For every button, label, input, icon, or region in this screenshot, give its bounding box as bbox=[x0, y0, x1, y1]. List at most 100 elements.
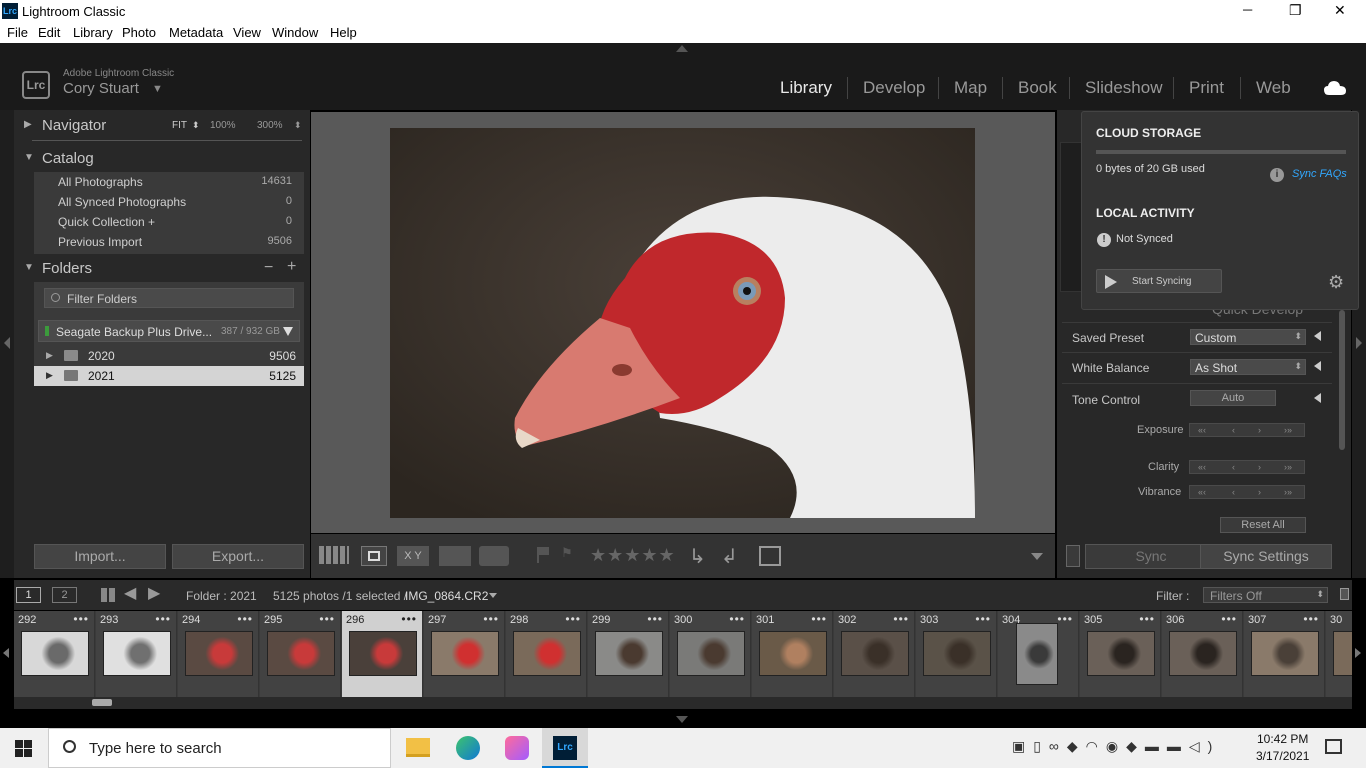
gear-icon[interactable]: ⚙ bbox=[1328, 272, 1344, 293]
catalog-row[interactable]: All Photographs 14631 bbox=[34, 172, 298, 192]
reject-flag-icon[interactable]: ⚑ bbox=[561, 545, 573, 561]
taskbar-search-box[interactable]: Type here to search bbox=[48, 728, 391, 768]
star-rating[interactable]: ★★★★★ bbox=[590, 545, 676, 566]
selected-filename[interactable]: IMG_0864.CR2 bbox=[405, 589, 488, 603]
zoom-fit[interactable]: FIT bbox=[172, 120, 187, 131]
thumbnail-badge-icon[interactable]: ••• bbox=[975, 612, 991, 626]
lightroom-taskbar-icon[interactable]: Lrc bbox=[542, 728, 588, 768]
catalog-row[interactable]: All Synced Photographs 0 bbox=[34, 192, 298, 212]
thumbnail-badge-icon[interactable]: ••• bbox=[729, 612, 745, 626]
clock-date[interactable]: 3/17/2021 bbox=[1256, 749, 1309, 763]
source-folder[interactable]: Folder : 2021 bbox=[186, 589, 257, 603]
filmstrip-thumbnail[interactable]: 292 ••• bbox=[14, 611, 95, 697]
grid-view-icon[interactable] bbox=[319, 546, 349, 564]
creative-cloud-icon[interactable] bbox=[505, 736, 529, 760]
notification-icon[interactable] bbox=[1325, 739, 1342, 754]
secondary-window-button[interactable]: 2 bbox=[52, 587, 77, 603]
loupe-view-icon[interactable] bbox=[361, 546, 387, 566]
thumbnail-badge-icon[interactable]: ••• bbox=[647, 612, 663, 626]
sync-button[interactable]: Sync bbox=[1085, 544, 1217, 569]
thumbnail-badge-icon[interactable]: ••• bbox=[1139, 612, 1155, 626]
filmstrip-thumbnail[interactable]: 302 ••• bbox=[834, 611, 915, 697]
primary-window-button[interactable]: 1 bbox=[16, 587, 41, 603]
filmstrip-thumbnail[interactable]: 303 ••• bbox=[916, 611, 997, 697]
filmstrip-scrollbar[interactable] bbox=[14, 697, 1352, 709]
filmstrip-thumbnail[interactable]: 304 ••• bbox=[998, 611, 1079, 697]
minimize-button[interactable]: ─ bbox=[1243, 2, 1252, 17]
user-name[interactable]: Cory Stuart bbox=[63, 80, 139, 97]
cloud-icon[interactable] bbox=[1324, 80, 1346, 96]
sync-settings-button[interactable]: Sync Settings bbox=[1200, 544, 1332, 569]
filmstrip-thumbnail[interactable]: 301 ••• bbox=[752, 611, 833, 697]
file-explorer-icon[interactable] bbox=[406, 738, 430, 757]
filmstrip-thumbnail[interactable]: 30••• bbox=[1326, 611, 1352, 697]
expand-icon[interactable]: ▶ bbox=[46, 350, 53, 361]
white-balance-select[interactable]: As Shot ⬍ bbox=[1190, 359, 1306, 375]
collapse-arrow-icon[interactable] bbox=[1314, 361, 1321, 371]
collapse-arrow-icon[interactable] bbox=[1314, 331, 1321, 341]
survey-view-icon[interactable] bbox=[439, 546, 471, 566]
menu-help[interactable]: Help bbox=[330, 25, 357, 40]
expand-icon[interactable]: ▶ bbox=[46, 370, 53, 381]
thumbnail-badge-icon[interactable]: ••• bbox=[811, 612, 827, 626]
restore-button[interactable]: ❐ bbox=[1289, 2, 1302, 19]
exposure-stepper[interactable]: «‹ ‹ › ›» bbox=[1189, 423, 1305, 437]
menu-edit[interactable]: Edit bbox=[38, 25, 60, 40]
filmstrip-thumbnail[interactable]: 306 ••• bbox=[1162, 611, 1243, 697]
loupe-view[interactable] bbox=[311, 112, 1055, 533]
module-slideshow[interactable]: Slideshow bbox=[1085, 78, 1163, 98]
clock-time[interactable]: 10:42 PM bbox=[1257, 732, 1308, 746]
saved-preset-select[interactable]: Custom ⬍ bbox=[1190, 329, 1306, 345]
folders-header[interactable]: ▼ Folders − + bbox=[14, 255, 310, 283]
thumbnail-badge-icon[interactable]: ••• bbox=[893, 612, 909, 626]
main-photo[interactable] bbox=[390, 128, 975, 518]
flag-icon[interactable] bbox=[537, 547, 549, 563]
filmstrip-thumbnail[interactable]: 298 ••• bbox=[506, 611, 587, 697]
forward-arrow-icon[interactable]: ▶ bbox=[148, 583, 160, 603]
auto-tone-button[interactable]: Auto bbox=[1190, 390, 1276, 406]
people-view-icon[interactable] bbox=[479, 546, 509, 566]
menu-photo[interactable]: Photo bbox=[122, 25, 156, 40]
module-map[interactable]: Map bbox=[954, 78, 987, 98]
filmstrip-thumbnail[interactable]: 294 ••• bbox=[178, 611, 259, 697]
module-library[interactable]: Library bbox=[780, 78, 832, 98]
tray-icons[interactable]: ▣▯∞◆◠◉◆▬▬◁) bbox=[1012, 738, 1220, 755]
collapse-arrow-icon[interactable] bbox=[1314, 393, 1321, 403]
filename-dropdown-icon[interactable] bbox=[489, 593, 497, 598]
crop-overlay-icon[interactable] bbox=[759, 546, 781, 566]
module-book[interactable]: Book bbox=[1018, 78, 1057, 98]
folder-row[interactable]: ▶ 2020 9506 bbox=[34, 346, 304, 366]
filmstrip-thumbnail[interactable]: 297 ••• bbox=[424, 611, 505, 697]
remove-folder-button[interactable]: − bbox=[264, 259, 273, 277]
thumbnail-badge-icon[interactable]: ••• bbox=[73, 612, 89, 626]
vibrance-stepper[interactable]: «‹ ‹ › ›» bbox=[1189, 485, 1305, 499]
add-folder-button[interactable]: + bbox=[287, 258, 296, 276]
rotate-right-icon[interactable]: ↲ bbox=[721, 544, 738, 569]
menu-file[interactable]: File bbox=[7, 25, 28, 40]
scroll-thumb[interactable] bbox=[92, 699, 112, 706]
right-panel-toggle-icon[interactable] bbox=[1356, 337, 1362, 349]
grid-icon[interactable] bbox=[101, 588, 115, 602]
compare-view-icon[interactable]: X Y bbox=[397, 546, 429, 566]
back-arrow-icon[interactable]: ◀ bbox=[124, 583, 136, 603]
catalog-row[interactable]: Quick Collection + 0 bbox=[34, 212, 298, 232]
thumbnail-badge-icon[interactable]: ••• bbox=[319, 612, 335, 626]
menu-view[interactable]: View bbox=[233, 25, 261, 40]
toolbar-menu-icon[interactable] bbox=[1031, 553, 1043, 560]
module-print[interactable]: Print bbox=[1189, 78, 1224, 98]
catalog-row[interactable]: Previous Import 9506 bbox=[34, 232, 298, 252]
menu-window[interactable]: Window bbox=[272, 25, 318, 40]
folder-row-selected[interactable]: ▶ 2021 5125 bbox=[34, 366, 304, 386]
filter-lock-icon[interactable] bbox=[1340, 588, 1349, 600]
zoom-100[interactable]: 100% bbox=[210, 120, 236, 131]
filmstrip-thumbnail[interactable]: 299 ••• bbox=[588, 611, 669, 697]
filmstrip-thumbnail[interactable]: 307 ••• bbox=[1244, 611, 1325, 697]
windows-start-icon[interactable] bbox=[15, 740, 32, 757]
thumbnail-badge-icon[interactable]: ••• bbox=[1303, 612, 1319, 626]
bottom-panel-toggle-icon[interactable] bbox=[676, 716, 688, 723]
menu-library[interactable]: Library bbox=[73, 25, 113, 40]
thumbnail-badge-icon[interactable]: ••• bbox=[237, 612, 253, 626]
thumbnail-badge-icon[interactable]: ••• bbox=[1221, 612, 1237, 626]
left-edge[interactable] bbox=[0, 110, 14, 578]
filmstrip-thumbnail[interactable]: 293 ••• bbox=[96, 611, 177, 697]
